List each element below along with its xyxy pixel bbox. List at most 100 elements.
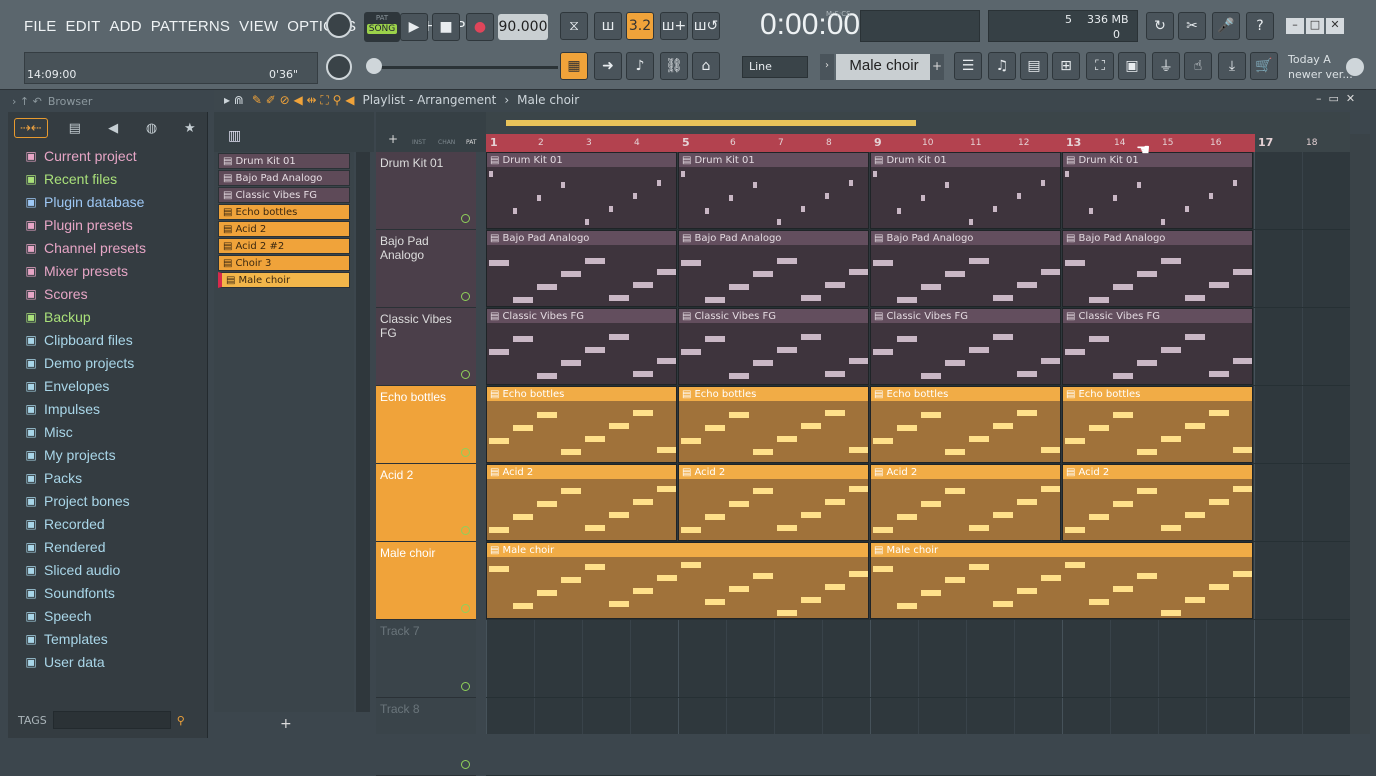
browser-item[interactable]: ▣ Rendered xyxy=(8,535,207,558)
slide-icon[interactable]: ♪ xyxy=(626,52,654,80)
search-icon[interactable]: ⚲ xyxy=(177,714,185,727)
browser-item[interactable]: ▣ Impulses xyxy=(8,397,207,420)
snap-select[interactable]: Line xyxy=(742,56,808,78)
pattern-clip[interactable]: ▤ Drum Kit 01 xyxy=(870,152,1061,229)
mixer-icon[interactable]: ⊞ xyxy=(1052,52,1080,80)
browser-item[interactable]: ▣ Scores xyxy=(8,282,207,305)
pattern-clip[interactable]: ▤ Echo bottles xyxy=(486,386,677,463)
track-mute-led[interactable] xyxy=(461,448,470,457)
pattern-clip[interactable]: ▤ Acid 2 xyxy=(486,464,677,541)
maximize-button[interactable]: □ xyxy=(1306,18,1324,34)
track-header[interactable]: Echo bottles xyxy=(376,386,476,464)
browser-item[interactable]: ▣ Sliced audio xyxy=(8,558,207,581)
track-mute-led[interactable] xyxy=(461,682,470,691)
pattern-item[interactable]: ▤ Acid 2 #2 xyxy=(218,238,350,254)
pattern-prev-button[interactable]: › xyxy=(820,54,834,80)
pattern-clip[interactable]: ▤ Acid 2 xyxy=(1062,464,1253,541)
track-mute-led[interactable] xyxy=(461,604,470,613)
browser-item[interactable]: ▣ Backup xyxy=(8,305,207,328)
draw-tool-icon[interactable]: ✎ ✐ ⊘ ◀ ⇹ ⛶ ⚲ ◀ xyxy=(252,93,355,108)
browser-item[interactable]: ▣ User data xyxy=(8,650,207,673)
menu-edit[interactable]: EDIT xyxy=(65,18,100,35)
track-header[interactable]: Drum Kit 01 xyxy=(376,152,476,230)
track-header[interactable]: Bajo Pad Analogo xyxy=(376,230,476,308)
piano-icon[interactable]: ▥ xyxy=(228,128,241,144)
mic-icon[interactable]: 🎤 xyxy=(1212,12,1240,40)
browser-item[interactable]: ▣ Clipboard files xyxy=(8,328,207,351)
browser-project-icon[interactable]: ▤ xyxy=(64,118,86,138)
browser-item[interactable]: ▣ Current project xyxy=(8,144,207,167)
countdown-icon[interactable]: 3.2 xyxy=(626,12,654,40)
loop-record-icon[interactable]: ш↺ xyxy=(692,12,720,40)
news-panel[interactable]: Today A newer ver... xyxy=(1288,52,1353,82)
master-volume-knob[interactable] xyxy=(326,12,352,38)
channel-rack-icon[interactable]: ▤ xyxy=(1020,52,1048,80)
record-button[interactable]: ● xyxy=(466,13,494,41)
pattern-item[interactable]: ▤ Echo bottles xyxy=(218,204,350,220)
pattern-clip[interactable]: ▤ Drum Kit 01 xyxy=(678,152,869,229)
browser-item[interactable]: ▣ Demo projects xyxy=(8,351,207,374)
playlist-menu-icon[interactable]: ▸ ⋒ xyxy=(224,93,244,107)
metronome-icon[interactable]: ⧖ xyxy=(560,12,588,40)
track-mute-led[interactable] xyxy=(461,526,470,535)
tags-input[interactable] xyxy=(52,711,171,729)
refresh-icon[interactable]: ↻ xyxy=(1146,12,1174,40)
pat-tab[interactable]: PAT xyxy=(466,139,477,146)
pattern-clip[interactable]: ▤ Bajo Pad Analogo xyxy=(1062,230,1253,307)
export-icon[interactable]: ⤓ xyxy=(1218,52,1246,80)
pat-song-switch[interactable]: PAT SONG xyxy=(364,12,400,42)
picker-scrollbar[interactable] xyxy=(356,152,370,712)
wait-icon[interactable]: ш xyxy=(594,12,622,40)
pattern-clip[interactable]: ▤ Drum Kit 01 xyxy=(1062,152,1253,229)
menu-file[interactable]: FILE xyxy=(24,18,56,35)
browser-item[interactable]: ▣ Mixer presets xyxy=(8,259,207,282)
browser-item[interactable]: ▣ Envelopes xyxy=(8,374,207,397)
browser-item[interactable]: ▣ Plugin presets xyxy=(8,213,207,236)
browser-speaker-icon[interactable]: ◀ xyxy=(102,118,124,138)
pattern-item[interactable]: ▤ Male choir xyxy=(218,272,350,288)
pattern-clip[interactable]: ▤ Echo bottles xyxy=(1062,386,1253,463)
add-track-icon[interactable]: + xyxy=(388,132,398,146)
browser-item[interactable]: ▣ Recent files xyxy=(8,167,207,190)
playlist-grid[interactable]: ▤ Drum Kit 01 ▤ Drum Kit 01 ▤ Drum Kit 01 ▤ Dru… xyxy=(486,152,1350,776)
song-position-slider[interactable] xyxy=(368,66,558,69)
browser-item[interactable]: ▣ Templates xyxy=(8,627,207,650)
picker-add-icon[interactable]: + xyxy=(280,716,292,732)
track-header[interactable]: Track 8 xyxy=(376,698,476,776)
track-header[interactable]: Acid 2 xyxy=(376,464,476,542)
pattern-clip[interactable]: ▤ Classic Vibes FG xyxy=(1062,308,1253,385)
step-edit-icon[interactable]: ш+ xyxy=(660,12,688,40)
minimize-button[interactable]: – xyxy=(1286,18,1304,34)
cart-icon[interactable]: 🛒 xyxy=(1250,52,1278,80)
browser-item[interactable]: ▣ Misc xyxy=(8,420,207,443)
chan-tab[interactable]: CHAN xyxy=(438,139,455,146)
browser-item[interactable]: ▣ Plugin database xyxy=(8,190,207,213)
browser-item[interactable]: ▣ Project bones xyxy=(8,489,207,512)
tempo-display[interactable]: 90.000 xyxy=(498,14,548,40)
pattern-selector[interactable]: Male choir xyxy=(836,54,932,80)
pattern-item[interactable]: ▤ Drum Kit 01 xyxy=(218,153,350,169)
pattern-clip[interactable]: ▤ Bajo Pad Analogo xyxy=(870,230,1061,307)
touch-icon[interactable]: ☝ xyxy=(1184,52,1212,80)
globe-icon[interactable] xyxy=(1346,58,1364,76)
menu-view[interactable]: VIEW xyxy=(239,18,278,35)
track-mute-led[interactable] xyxy=(461,292,470,301)
browser-item[interactable]: ▣ Packs xyxy=(8,466,207,489)
pattern-clip[interactable]: ▤ Drum Kit 01 xyxy=(486,152,677,229)
close-button[interactable]: ✕ xyxy=(1326,18,1344,34)
pattern-clip[interactable]: ▤ Echo bottles xyxy=(870,386,1061,463)
help-icon[interactable]: ? xyxy=(1246,12,1274,40)
pattern-add-button[interactable]: + xyxy=(930,54,944,80)
pattern-clip[interactable]: ▤ Classic Vibes FG xyxy=(678,308,869,385)
track-mute-led[interactable] xyxy=(461,760,470,769)
track-header[interactable]: Classic Vibes FG xyxy=(376,308,476,386)
pattern-clip[interactable]: ▤ Classic Vibes FG xyxy=(870,308,1061,385)
browser-item[interactable]: ▣ Soundfonts xyxy=(8,581,207,604)
playlist-icon[interactable]: ☰ xyxy=(954,52,982,80)
pattern-clip[interactable]: ▤ Bajo Pad Analogo xyxy=(486,230,677,307)
pattern-clip[interactable]: ▤ Male choir xyxy=(870,542,1253,619)
browser-nav-icon[interactable]: › ↑ ↶ xyxy=(12,95,42,108)
tools-icon[interactable]: ✂ xyxy=(1178,12,1206,40)
pattern-item[interactable]: ▤ Classic Vibes FG xyxy=(218,187,350,203)
arrow-right-icon[interactable]: ➜ xyxy=(594,52,622,80)
